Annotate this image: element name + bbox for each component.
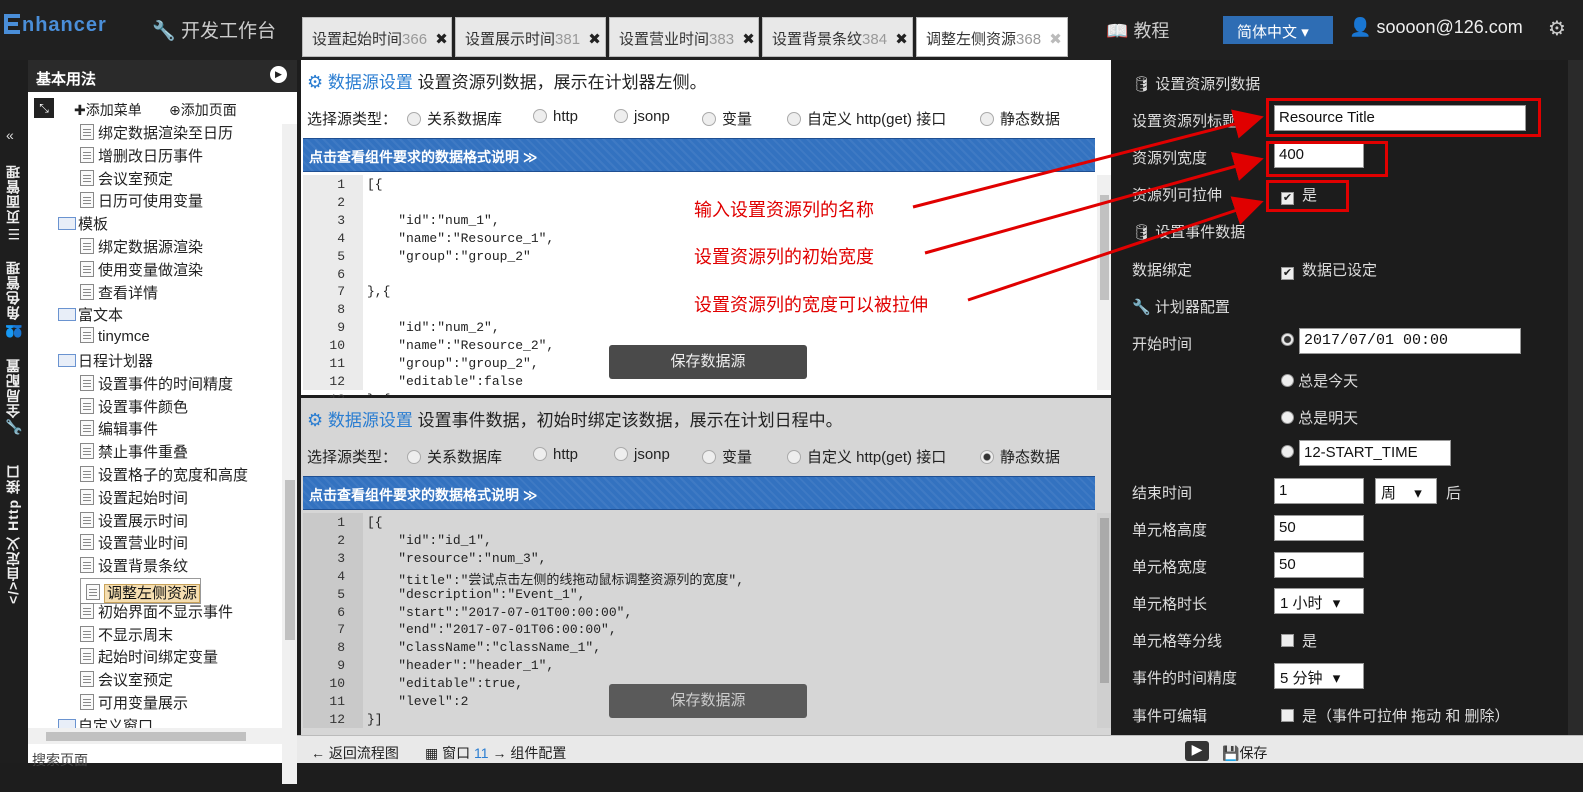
annotation-arrows (912, 109, 1264, 302)
arrow-left-icon: ← (311, 745, 325, 761)
save-label: 保存 (1239, 745, 1268, 761)
back-label: 返回流程图 (328, 745, 399, 761)
window-label: 窗口 (442, 745, 471, 761)
annotation-text-width: 设置资源列的初始宽度 (694, 247, 874, 267)
annotation-text-resizable: 设置资源列的宽度可以被拉伸 (694, 295, 928, 315)
annotation-arrow-title (912, 109, 1264, 209)
window-number: 11 (474, 745, 489, 761)
play-icon[interactable]: ▶ (1185, 741, 1209, 761)
grid-icon: ▦ (425, 745, 439, 761)
annotation-arrow-width (924, 152, 1264, 255)
annotation-arrow-resizable (967, 196, 1264, 302)
component-label: 组件配置 (510, 745, 567, 761)
save-icon: 💾 (1222, 745, 1240, 761)
save-button[interactable]: 💾保存 (1222, 743, 1267, 763)
bottom-bar: ← 返回流程图 ▦ 窗口 11 → 组件配置 ▶ 💾保存 (297, 735, 1583, 763)
window-config-tab[interactable]: ▦ 窗口 11 → 组件配置 (425, 743, 566, 763)
annotation-text-title: 输入设置资源列的名称 (694, 200, 874, 220)
back-to-flow-button[interactable]: ← 返回流程图 (311, 743, 399, 763)
